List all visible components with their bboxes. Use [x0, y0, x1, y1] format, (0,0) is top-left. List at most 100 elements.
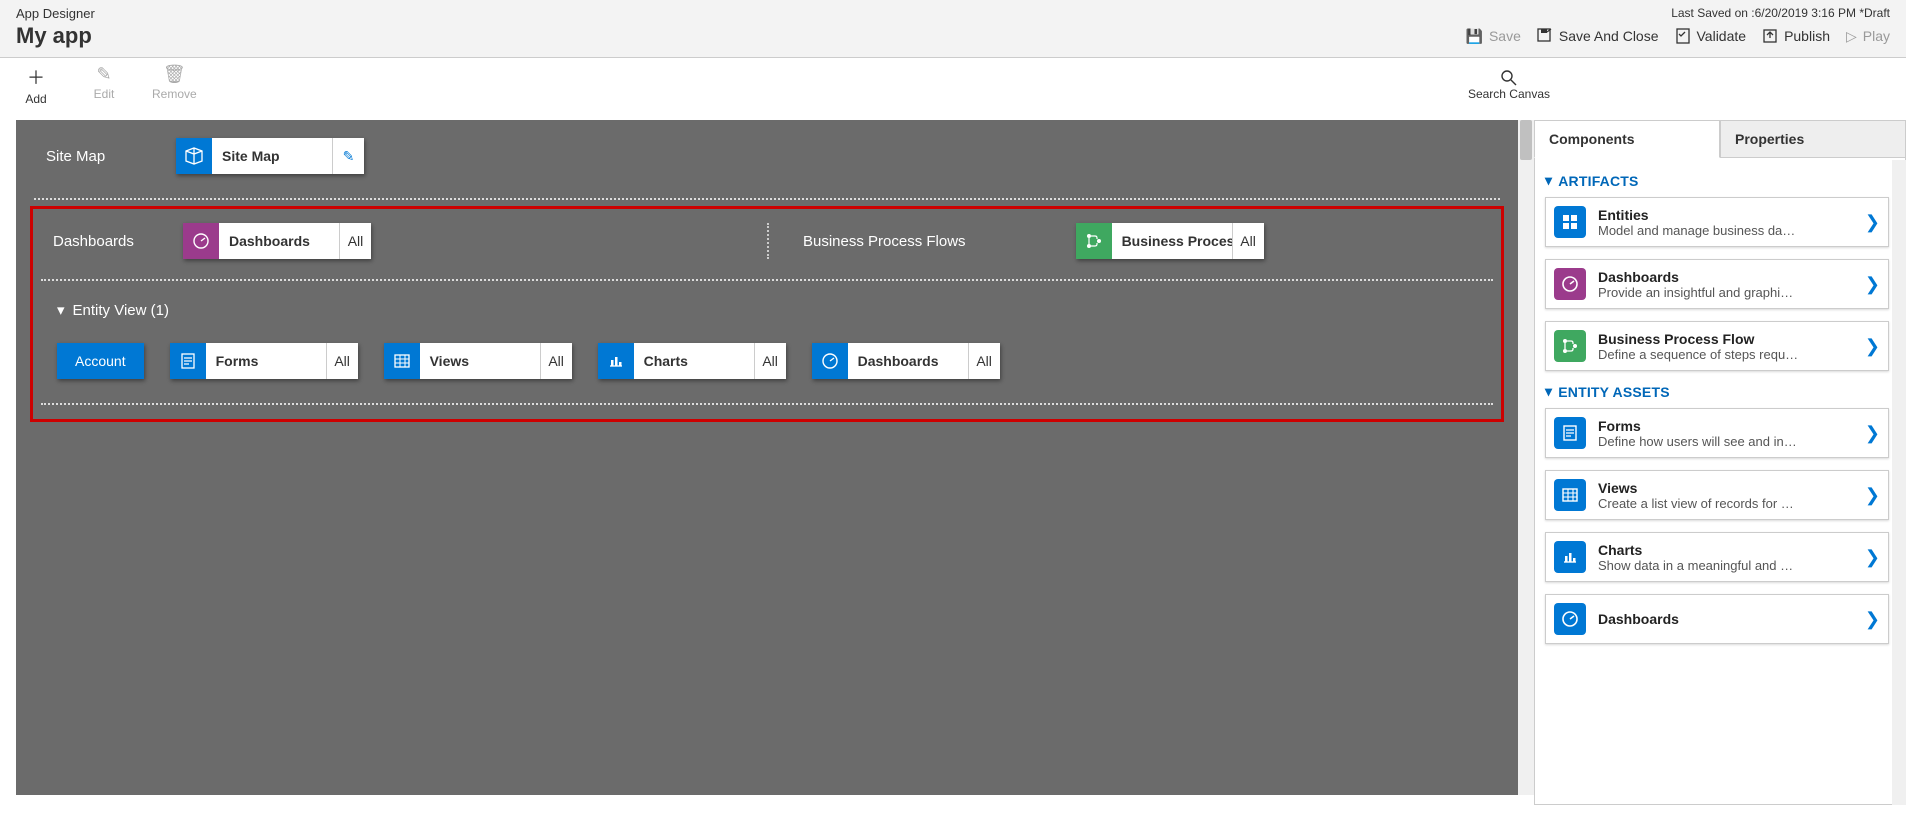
bpf-row-label: Business Process Flows [803, 233, 966, 250]
add-button[interactable]: ＋ Add [16, 64, 56, 106]
flow-icon [1076, 223, 1112, 259]
forms-all-button[interactable]: All [326, 343, 358, 379]
scroll-thumb[interactable] [1520, 120, 1532, 160]
charts-tile[interactable]: Charts All [598, 343, 786, 379]
entity-assets-section-toggle[interactable]: ▾ ENTITY ASSETS [1545, 383, 1889, 400]
entity-view-toggle[interactable]: ▾ Entity View (1) [37, 287, 1497, 333]
dashboards-tile-label: Dashboards [219, 223, 339, 259]
flow-icon [1554, 330, 1586, 362]
validate-icon [1675, 28, 1691, 44]
publish-label: Publish [1784, 28, 1830, 44]
tab-properties[interactable]: Properties [1720, 120, 1906, 158]
pencil-icon: ✎ [96, 64, 111, 85]
validate-label: Validate [1697, 28, 1747, 44]
card-dashboards[interactable]: Dashboards Provide an insightful and gra… [1545, 259, 1889, 309]
save-and-close-button[interactable]: Save And Close [1537, 28, 1659, 44]
views-all-button[interactable]: All [540, 343, 572, 379]
form-icon [170, 343, 206, 379]
charts-tile-label: Charts [634, 343, 754, 379]
chevron-down-icon: ▾ [1545, 172, 1552, 189]
edit-label: Edit [94, 87, 115, 101]
grid-icon [384, 343, 420, 379]
save-icon: 💾 [1466, 28, 1483, 45]
card-entities-title: Entities [1598, 207, 1853, 223]
form-icon [1554, 417, 1586, 449]
entity-assets-label: ENTITY ASSETS [1558, 384, 1670, 400]
chevron-right-icon: ❯ [1865, 336, 1880, 357]
play-icon: ▷ [1846, 28, 1857, 45]
card-charts-desc: Show data in a meaningful and … [1598, 558, 1853, 573]
card-dashboards-desc: Provide an insightful and graphi… [1598, 285, 1853, 300]
search-canvas-label: Search Canvas [1468, 87, 1550, 101]
chevron-right-icon: ❯ [1865, 423, 1880, 444]
card-entities[interactable]: Entities Model and manage business da… ❯ [1545, 197, 1889, 247]
sitemap-icon [176, 138, 212, 174]
dashboard-icon [1554, 603, 1586, 635]
plus-icon: ＋ [27, 64, 45, 90]
canvas-scrollbar[interactable] [1518, 120, 1534, 795]
chevron-right-icon: ❯ [1865, 547, 1880, 568]
card-bpf[interactable]: Business Process Flow Define a sequence … [1545, 321, 1889, 371]
card-forms-title: Forms [1598, 418, 1853, 434]
card-forms-desc: Define how users will see and in… [1598, 434, 1853, 449]
chevron-right-icon: ❯ [1865, 212, 1880, 233]
last-saved-label: Last Saved on :6/20/2019 3:16 PM *Draft [1671, 6, 1890, 20]
views-tile-label: Views [420, 343, 540, 379]
forms-tile[interactable]: Forms All [170, 343, 358, 379]
tab-components[interactable]: Components [1534, 120, 1720, 158]
card-forms[interactable]: Forms Define how users will see and in… … [1545, 408, 1889, 458]
views-tile[interactable]: Views All [384, 343, 572, 379]
site-map-tile[interactable]: Site Map ✎ [176, 138, 364, 174]
card-views-title: Views [1598, 480, 1853, 496]
card-views-desc: Create a list view of records for … [1598, 496, 1853, 511]
panel-scrollbar[interactable] [1892, 160, 1906, 805]
dashboards-tile[interactable]: Dashboards All [183, 223, 371, 259]
save-close-icon [1537, 28, 1553, 44]
card-charts[interactable]: Charts Show data in a meaningful and … ❯ [1545, 532, 1889, 582]
chevron-right-icon: ❯ [1865, 485, 1880, 506]
page-title: My app [16, 23, 92, 49]
entity-view-label: Entity View (1) [73, 302, 169, 319]
chevron-down-icon: ▾ [57, 301, 65, 319]
dashboards-entity-tile-label: Dashboards [848, 343, 968, 379]
chevron-right-icon: ❯ [1865, 609, 1880, 630]
site-map-row-label: Site Map [46, 148, 176, 165]
bpf-all-button[interactable]: All [1232, 223, 1264, 259]
dashboard-icon [812, 343, 848, 379]
dashboards-entity-all-button[interactable]: All [968, 343, 1000, 379]
trash-icon: 🗑 [163, 64, 186, 85]
card-bpf-title: Business Process Flow [1598, 331, 1853, 347]
dashboards-entity-tile[interactable]: Dashboards All [812, 343, 1000, 379]
play-button: ▷ Play [1846, 28, 1890, 45]
card-dashboards-asset-title: Dashboards [1598, 611, 1853, 627]
site-map-tile-label: Site Map [212, 138, 332, 174]
chart-icon [1554, 541, 1586, 573]
card-bpf-desc: Define a sequence of steps requ… [1598, 347, 1853, 362]
dashboards-row-label: Dashboards [53, 233, 183, 250]
save-button: 💾 Save [1466, 28, 1521, 45]
validate-button[interactable]: Validate [1675, 28, 1747, 44]
card-entities-desc: Model and manage business da… [1598, 223, 1853, 238]
card-charts-title: Charts [1598, 542, 1853, 558]
save-close-label: Save And Close [1559, 28, 1659, 44]
card-views[interactable]: Views Create a list view of records for … [1545, 470, 1889, 520]
play-label: Play [1863, 28, 1890, 44]
publish-button[interactable]: Publish [1762, 28, 1830, 44]
artifacts-section-toggle[interactable]: ▾ ARTIFACTS [1545, 172, 1889, 189]
card-dashboards-asset[interactable]: Dashboards ❯ [1545, 594, 1889, 644]
chevron-right-icon: ❯ [1865, 274, 1880, 295]
entity-account-button[interactable]: Account [57, 343, 144, 379]
charts-all-button[interactable]: All [754, 343, 786, 379]
chart-icon [598, 343, 634, 379]
dashboards-all-button[interactable]: All [339, 223, 371, 259]
design-canvas[interactable]: Site Map Site Map ✎ Dashboards [16, 120, 1518, 795]
edit-button: ✎ Edit [84, 64, 124, 106]
forms-tile-label: Forms [206, 343, 326, 379]
dashboard-icon [183, 223, 219, 259]
remove-label: Remove [152, 87, 197, 101]
site-map-edit-button[interactable]: ✎ [332, 138, 364, 174]
dashboard-icon [1554, 268, 1586, 300]
add-label: Add [25, 92, 46, 106]
bpf-tile[interactable]: Business Proces… All [1076, 223, 1264, 259]
search-canvas-button[interactable]: Search Canvas [1468, 69, 1550, 101]
